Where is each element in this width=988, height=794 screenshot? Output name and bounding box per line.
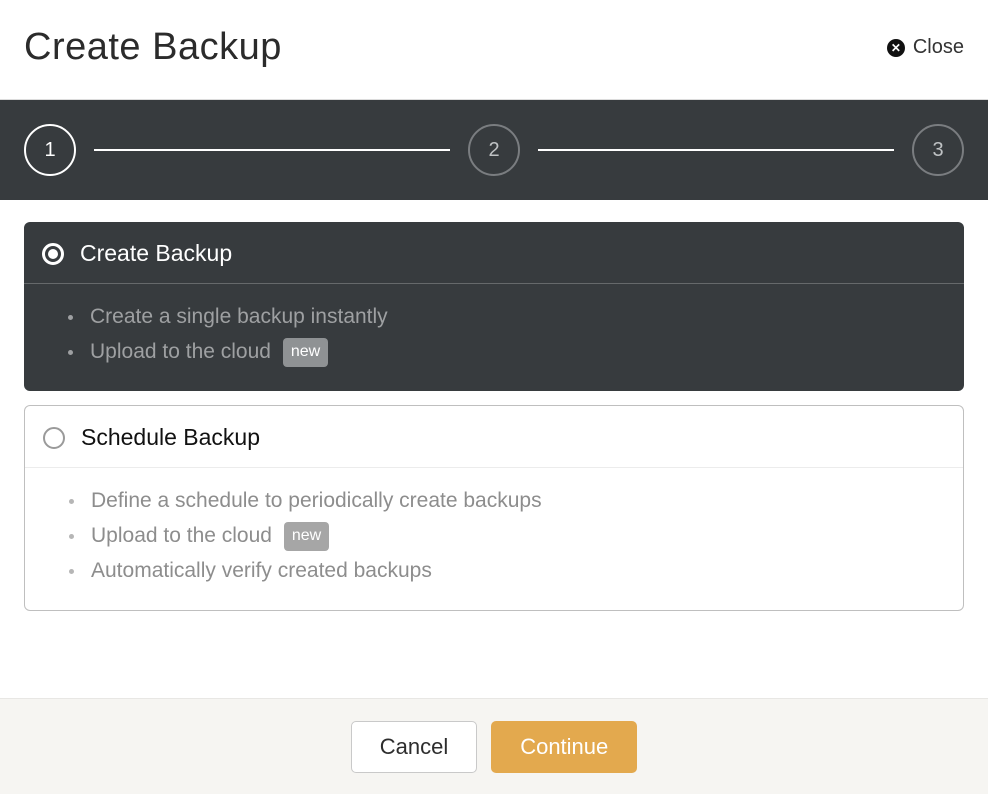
radio-selected-icon bbox=[42, 243, 64, 265]
dialog-title: Create Backup bbox=[24, 26, 282, 69]
option-body: Create a single backup instantly Upload … bbox=[24, 284, 964, 391]
step-connector bbox=[538, 149, 894, 151]
cancel-button[interactable]: Cancel bbox=[351, 721, 477, 773]
new-badge: new bbox=[283, 338, 328, 367]
option-title: Schedule Backup bbox=[81, 424, 260, 451]
wizard-stepper: 1 2 3 bbox=[0, 100, 988, 200]
step-2[interactable]: 2 bbox=[468, 124, 520, 176]
feature-text: Upload to the cloud bbox=[90, 340, 271, 363]
feature-text: Define a schedule to periodically create… bbox=[91, 489, 542, 512]
option-header: Schedule Backup bbox=[25, 406, 963, 468]
close-button[interactable]: ✕ Close bbox=[887, 36, 964, 59]
feature-item: Create a single backup instantly bbox=[68, 300, 944, 335]
close-icon: ✕ bbox=[887, 39, 905, 57]
option-header: Create Backup bbox=[24, 222, 964, 284]
feature-text: Upload to the cloud bbox=[91, 524, 272, 547]
dialog-footer: Cancel Continue bbox=[0, 698, 988, 794]
continue-button[interactable]: Continue bbox=[491, 721, 637, 773]
feature-text: Automatically verify created backups bbox=[91, 559, 432, 582]
feature-item: Upload to the cloud new bbox=[69, 519, 943, 554]
option-create-backup[interactable]: Create Backup Create a single backup ins… bbox=[24, 222, 964, 391]
close-label: Close bbox=[913, 36, 964, 59]
feature-item: Upload to the cloud new bbox=[68, 335, 944, 370]
step-1[interactable]: 1 bbox=[24, 124, 76, 176]
new-badge: new bbox=[284, 522, 329, 551]
step-3[interactable]: 3 bbox=[912, 124, 964, 176]
step-connector bbox=[94, 149, 450, 151]
dialog-header: Create Backup ✕ Close bbox=[0, 0, 988, 100]
feature-item: Define a schedule to periodically create… bbox=[69, 484, 943, 519]
option-body: Define a schedule to periodically create… bbox=[25, 468, 963, 610]
radio-unselected-icon bbox=[43, 427, 65, 449]
option-schedule-backup[interactable]: Schedule Backup Define a schedule to per… bbox=[24, 405, 964, 611]
feature-text: Create a single backup instantly bbox=[90, 305, 388, 328]
option-title: Create Backup bbox=[80, 240, 232, 267]
backup-options: Create Backup Create a single backup ins… bbox=[0, 200, 988, 611]
feature-item: Automatically verify created backups bbox=[69, 554, 943, 589]
